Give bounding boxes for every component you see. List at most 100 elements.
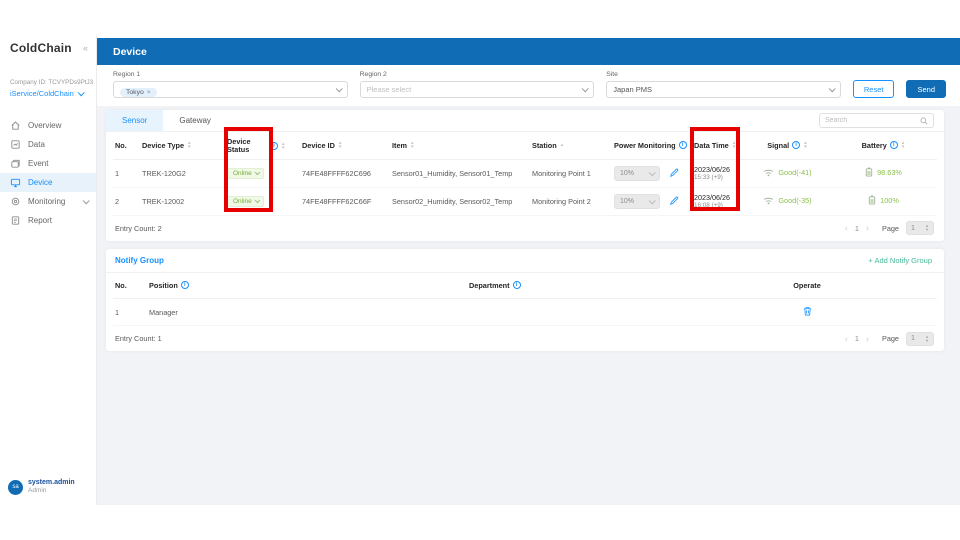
col-device-id: Device ID▲▼	[300, 132, 390, 159]
sort-icon[interactable]: ▲▼	[732, 141, 737, 149]
col-department: Departmenti	[467, 273, 747, 299]
edit-icon[interactable]	[669, 196, 679, 206]
workspace-selector[interactable]: iService/ColdChain	[0, 86, 96, 98]
page-input[interactable]: 1▲▼	[906, 332, 934, 346]
monitoring-icon	[10, 196, 21, 207]
tab-gateway[interactable]: Gateway	[163, 110, 227, 131]
chevron-down-icon	[255, 170, 260, 175]
edit-icon[interactable]	[669, 168, 679, 178]
next-page-button[interactable]: ›	[866, 334, 869, 344]
col-no: No.	[113, 273, 147, 299]
site-select[interactable]: Japan PMS	[606, 81, 841, 98]
delete-icon[interactable]	[803, 306, 812, 316]
sidebar-item-label: Event	[28, 159, 48, 168]
power-select[interactable]: 10%	[614, 166, 660, 181]
cell-item: Sensor01_Humidity, Sensor01_Temp	[390, 159, 530, 187]
info-icon[interactable]: i	[890, 141, 898, 149]
page-label: Page	[882, 334, 899, 343]
sidebar-item-monitoring[interactable]: Monitoring	[0, 192, 96, 211]
prev-page-button[interactable]: ‹	[845, 334, 848, 344]
region2-placeholder: Please select	[367, 85, 579, 94]
sidebar-item-event[interactable]: Event	[0, 154, 96, 173]
chevron-down-icon	[77, 89, 84, 96]
home-icon	[10, 120, 21, 131]
send-button[interactable]: Send	[906, 80, 946, 98]
tabs: Sensor Gateway	[106, 110, 944, 132]
col-device-status: Device Statusi▲▼	[225, 132, 300, 159]
info-icon[interactable]: i	[270, 142, 278, 150]
search-input[interactable]	[825, 117, 916, 124]
sort-icon[interactable]: ▲▼	[281, 142, 286, 150]
chevron-down-icon	[829, 85, 836, 92]
col-operate: Operate	[747, 273, 867, 299]
sort-icon[interactable]: ▲▼	[803, 141, 808, 149]
sort-icon[interactable]: ▲▼	[901, 141, 906, 149]
search-box[interactable]	[819, 113, 934, 128]
sort-icon[interactable]: ▲	[560, 143, 565, 147]
cell-battery: 100%	[830, 187, 937, 215]
company-id: Company ID: TCVYPDs9PtJ3	[0, 57, 96, 86]
tab-sensor[interactable]: Sensor	[106, 110, 163, 131]
notify-group-header: Notify Group + Add Notify Group	[106, 249, 944, 273]
region1-select[interactable]: Tokyo ×	[113, 81, 348, 98]
cell-item: Sensor02_Humidity, Sensor02_Temp	[390, 187, 530, 215]
region2-select[interactable]: Please select	[360, 81, 595, 98]
cell-no: 1	[113, 159, 140, 187]
avatar: sa	[8, 480, 23, 495]
sidebar-item-label: Report	[28, 216, 52, 225]
sidebar-item-report[interactable]: Report	[0, 211, 96, 230]
sort-icon[interactable]: ▲▼	[338, 141, 343, 149]
sensor-table-footer: Entry Count: 2 ‹ 1 › Page 1▲▼	[106, 216, 944, 241]
notify-table-footer: Entry Count: 1 ‹ 1 › Page 1▲▼	[106, 326, 944, 351]
sidebar-collapse-icon[interactable]: «	[83, 43, 88, 53]
info-icon[interactable]: i	[513, 281, 521, 289]
power-select[interactable]: 10%	[614, 194, 660, 209]
search-icon	[920, 117, 928, 125]
cell-data-time: 2023/06/26 16:08 (+9)	[692, 187, 745, 215]
region1-label: Region 1	[113, 71, 348, 78]
info-icon[interactable]: i	[679, 141, 687, 149]
sensor-header-row: No. Device Type▲▼ Device Statusi▲▼ Devic…	[113, 132, 937, 159]
device-icon	[10, 177, 21, 188]
notify-group-card: Notify Group + Add Notify Group No. Posi…	[106, 249, 944, 352]
sidebar-item-data[interactable]: Data	[0, 135, 96, 154]
chevron-down-icon	[649, 169, 656, 176]
cell-no: 2	[113, 187, 140, 215]
add-notify-group-button[interactable]: + Add Notify Group	[868, 256, 932, 265]
sensor-table: No. Device Type▲▼ Device Statusi▲▼ Devic…	[113, 132, 937, 216]
sensor-card: Sensor Gateway	[106, 110, 944, 241]
stepper-icon[interactable]: ▲▼	[925, 224, 929, 231]
data-icon	[10, 139, 21, 150]
reset-button[interactable]: Reset	[853, 80, 895, 98]
table-row: 1 Manager	[113, 299, 937, 326]
cell-station: Monitoring Point 2	[530, 187, 612, 215]
sidebar-item-overview[interactable]: Overview	[0, 116, 96, 135]
stepper-icon[interactable]: ▲▼	[925, 335, 929, 342]
page-number[interactable]: 1	[855, 224, 859, 233]
cell-device-type: TREK-120G2	[140, 159, 225, 187]
info-icon[interactable]: i	[792, 141, 800, 149]
cell-device-id: 74FE48FFFF62C66F	[300, 187, 390, 215]
region1-tag-label: Tokyo	[126, 89, 144, 96]
site-value: Japan PMS	[613, 85, 825, 94]
page-number[interactable]: 1	[855, 334, 859, 343]
user-role: Admin	[28, 487, 75, 495]
sort-icon[interactable]: ▲▼	[410, 141, 415, 149]
page-input[interactable]: 1▲▼	[906, 221, 934, 235]
sort-icon[interactable]: ▲▼	[187, 141, 192, 149]
pagination: ‹ 1 › Page 1▲▼	[845, 332, 934, 346]
app-window: ColdChain « Company ID: TCVYPDs9PtJ3 iSe…	[0, 35, 960, 505]
next-page-button[interactable]: ›	[866, 223, 869, 233]
remove-tag-icon[interactable]: ×	[147, 89, 151, 96]
status-badge[interactable]: Online	[227, 196, 264, 207]
battery-icon	[865, 167, 873, 177]
event-icon	[10, 158, 21, 169]
notify-table: No. Positioni Departmenti Operate 1 Mana…	[113, 273, 937, 327]
user-profile[interactable]: sa system.admin Admin	[0, 479, 96, 495]
info-icon[interactable]: i	[181, 281, 189, 289]
status-badge[interactable]: Online	[227, 168, 264, 179]
main-area: Device Region 1 Tokyo ×	[97, 35, 960, 505]
cell-signal: Good(-41)	[745, 159, 830, 187]
prev-page-button[interactable]: ‹	[845, 223, 848, 233]
sidebar-item-device[interactable]: Device	[0, 173, 96, 192]
